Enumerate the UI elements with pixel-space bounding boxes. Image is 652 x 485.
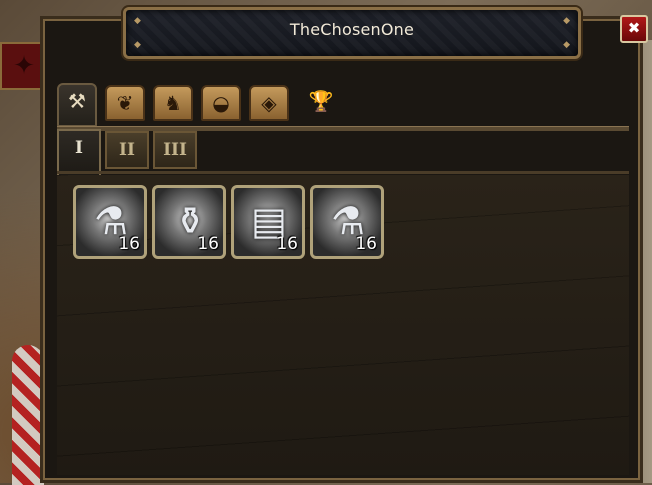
- tab-minerals[interactable]: ◈: [249, 85, 289, 121]
- cow-icon: ♞: [164, 91, 182, 115]
- tab-tier-2[interactable]: II: [105, 131, 149, 169]
- item-count: 16: [355, 234, 377, 254]
- trophy-icon: 🏆: [308, 89, 334, 113]
- subtabs-divider: [57, 171, 629, 174]
- close-button[interactable]: ✖: [620, 15, 648, 43]
- item-count: 16: [118, 234, 140, 254]
- item-count: 16: [276, 234, 298, 254]
- window-title: TheChosenOne: [289, 20, 415, 39]
- title-bar: ◆ ◆ ◆ ◆ TheChosenOne: [123, 7, 581, 59]
- ore-icon: ◈: [261, 91, 277, 115]
- item-slot-paper-sheets[interactable]: ▤ 16: [231, 185, 305, 259]
- tab-trophy[interactable]: 🏆: [301, 85, 341, 121]
- tab-animals[interactable]: ♞: [153, 85, 193, 121]
- stud-icon: ◆: [563, 40, 570, 50]
- tab-herbs[interactable]: ❦: [105, 85, 145, 121]
- tools-icon: ⚒: [68, 89, 86, 113]
- category-tabs: ⚒ ❦ ♞ ◒ ◈ 🏆: [57, 83, 627, 129]
- tab-tier-3[interactable]: III: [153, 131, 197, 169]
- food-icon: ◒: [212, 91, 230, 115]
- inventory-window: ◆ ◆ ◆ ◆ TheChosenOne ✖ ⚒ ❦ ♞ ◒ ◈ 🏆 I II …: [40, 7, 648, 483]
- item-slot-glass-vase[interactable]: ⚱ 16: [152, 185, 226, 259]
- item-slot-round-flask[interactable]: ⚗ 16: [73, 185, 147, 259]
- tab-tools[interactable]: ⚒: [57, 83, 97, 127]
- tab-food[interactable]: ◒: [201, 85, 241, 121]
- stud-icon: ◆: [134, 40, 141, 50]
- item-grid: ⚗ 16 ⚱ 16 ▤ 16 ⚗ 16: [57, 175, 629, 475]
- item-count: 16: [197, 234, 219, 254]
- item-slot-stone-potion[interactable]: ⚗ 16: [310, 185, 384, 259]
- tab-tier-1[interactable]: I: [57, 129, 101, 177]
- leaf-icon: ❦: [116, 91, 134, 115]
- tier-tabs: I II III: [57, 129, 627, 177]
